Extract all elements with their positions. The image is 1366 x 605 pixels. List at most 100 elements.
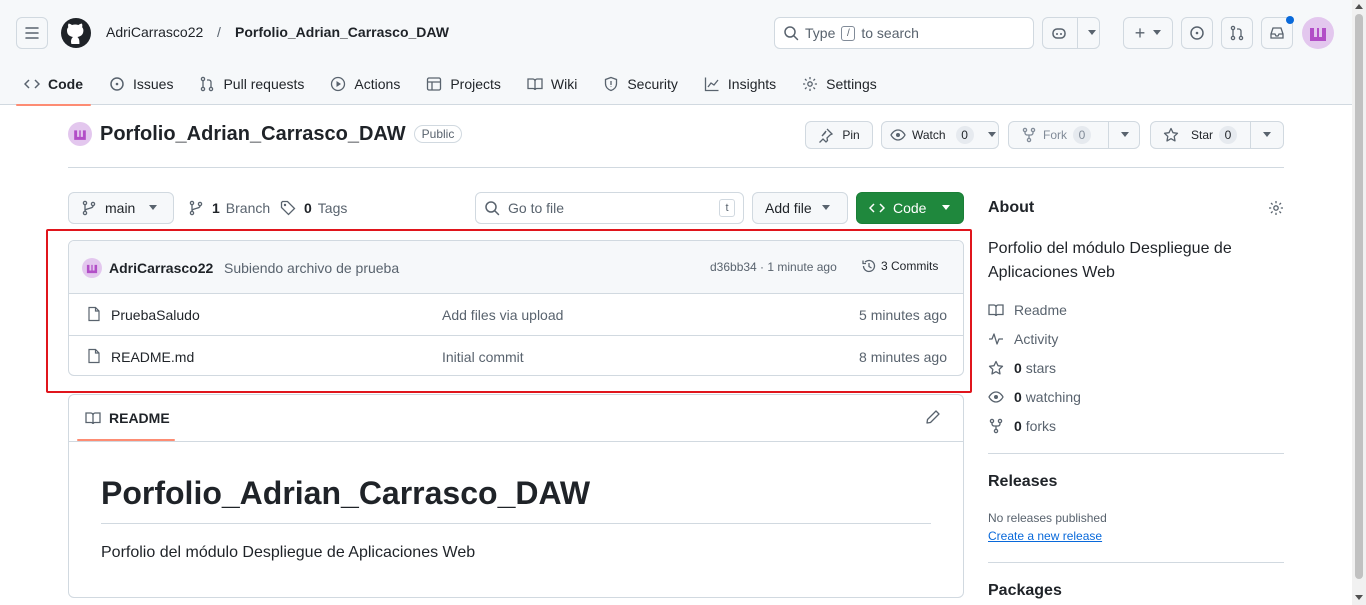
watch-label: Watch [912,128,946,142]
go-to-file-placeholder: Go to file [508,200,565,216]
star-icon [1163,127,1179,142]
visibility-badge: Public [413,125,463,143]
tab-issues-label: Issues [133,75,174,92]
star-count: 0 [1219,126,1238,144]
tab-code[interactable]: Code [16,62,91,106]
star-button[interactable]: Star 0 [1150,121,1284,149]
tab-settings[interactable]: Settings [794,62,885,105]
watch-button[interactable]: Watch 0 [881,121,999,149]
search-input[interactable]: Type / to search [774,17,1034,49]
create-release-link[interactable]: Create a new release [988,529,1102,543]
tab-pull-requests-label: Pull requests [223,75,305,92]
tab-security-label: Security [627,75,678,92]
star-icon [988,360,1004,375]
chevron-down-icon [942,205,951,210]
releases-empty: No releases published [988,511,1107,525]
create-new-button[interactable]: + [1123,17,1173,49]
forks-label: forks [1025,418,1057,434]
pin-button[interactable]: Pin [805,121,873,149]
tab-projects[interactable]: Projects [418,62,509,105]
inbox-icon [1270,27,1284,39]
tag-count: 0 [304,200,312,216]
copilot-icon [1052,28,1066,39]
forks-link[interactable]: 0 forks [988,418,1056,434]
breadcrumb-separator: / [217,24,221,40]
code-button-label: Code [893,200,927,216]
watching-count: 0 [1014,389,1022,405]
breadcrumb-owner[interactable]: AdriCarrasco22 [106,24,203,40]
menu-button[interactable] [16,17,48,49]
repo-owner-avatar[interactable] [68,122,92,146]
tags-link[interactable]: 0 Tags [280,192,347,224]
activity-link[interactable]: Activity [988,331,1058,347]
tab-actions[interactable]: Actions [322,62,408,105]
highlight-box [46,229,972,393]
repo-name[interactable]: Porfolio_Adrian_Carrasco_DAW [100,123,406,146]
fork-label: Fork [1043,128,1067,142]
fork-button[interactable]: Fork 0 [1008,121,1140,149]
tab-security[interactable]: Security [595,62,686,105]
releases-title[interactable]: Releases [988,473,1057,491]
scroll-up-arrow-icon[interactable] [1355,4,1363,9]
search-icon [784,26,799,41]
scrollbar-thumb[interactable] [1355,14,1363,579]
tag-label: Tags [317,200,348,216]
about-title: About [988,199,1035,216]
avatar[interactable] [1302,17,1334,49]
readme-link[interactable]: Readme [988,302,1067,318]
edit-readme-button[interactable] [925,409,941,425]
branch-icon [189,200,203,216]
pull-requests-button[interactable] [1221,17,1253,49]
fork-count: 0 [1073,126,1091,144]
tab-wiki-label: Wiki [550,75,578,92]
branch-label: Branch [225,200,271,216]
gear-icon [803,76,818,91]
pull-request-icon [1230,25,1244,41]
eye-icon [988,391,1004,403]
readme-heading-divider [101,523,931,524]
forks-count: 0 [1014,418,1022,434]
copilot-button[interactable] [1042,17,1100,49]
stars-link[interactable]: 0 stars [988,360,1056,376]
packages-title[interactable]: Packages [988,582,1062,600]
go-to-file-input[interactable]: Go to file t [475,192,744,224]
branches-link[interactable]: 1 Branch [188,192,270,224]
add-file-button[interactable]: Add file [752,192,848,224]
branch-name: main [105,200,136,216]
code-button[interactable]: Code [856,192,964,224]
github-logo-icon[interactable] [60,17,92,49]
tab-issues[interactable]: Issues [101,62,181,105]
scroll-down-arrow-icon[interactable] [1355,595,1363,600]
tab-actions-label: Actions [354,75,401,92]
tab-settings-label: Settings [826,75,877,92]
readme-link-label: Readme [1014,302,1067,318]
shield-icon [605,76,618,91]
about-settings-button[interactable] [1268,200,1284,216]
fork-icon [989,418,1003,434]
add-file-label: Add file [765,200,812,216]
star-label: Star [1191,128,1214,142]
user-identicon-icon [74,130,86,140]
tab-pull-requests[interactable]: Pull requests [191,62,312,105]
plus-icon: + [1134,22,1146,43]
branch-icon [82,200,96,216]
breadcrumb-repo[interactable]: Porfolio_Adrian_Carrasco_DAW [235,24,449,40]
issues-button[interactable] [1181,17,1213,49]
chevron-down-icon [1088,30,1096,35]
gear-icon [1269,201,1283,215]
app-header: AdriCarrasco22 / Porfolio_Adrian_Carrasc… [0,0,1352,106]
code-icon [869,203,885,213]
pulse-icon [989,333,1003,345]
tab-wiki[interactable]: Wiki [519,62,585,105]
watching-link[interactable]: 0 watching [988,389,1081,405]
hamburger-icon [25,27,39,39]
chevron-down-icon [987,132,996,137]
fork-icon [1022,127,1036,143]
readme-tab-label: README [109,410,170,426]
tab-code-label: Code [48,75,83,92]
tab-insights[interactable]: Insights [696,62,784,105]
branch-selector[interactable]: main [68,192,174,224]
tag-icon [280,200,296,216]
about-description: Porfolio del módulo Despliegue de Aplica… [988,240,1232,281]
readme-tab[interactable]: README [77,395,178,441]
